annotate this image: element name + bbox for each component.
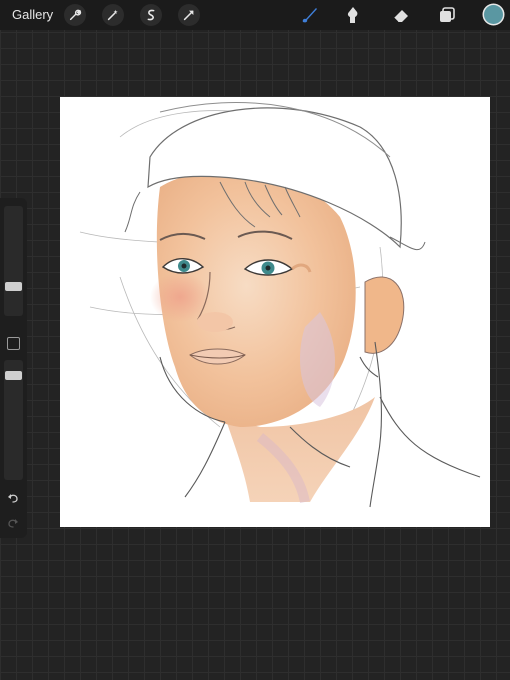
wrench-icon[interactable] [64,4,86,26]
top-toolbar: Gallery [0,0,510,30]
brush-size-slider[interactable] [4,206,23,316]
undo-icon[interactable] [5,491,21,505]
smudge-icon[interactable] [341,4,365,26]
modify-button[interactable] [7,337,20,350]
layers-icon[interactable] [435,4,459,26]
sketch-portrait-artwork [79,101,481,508]
color-picker-swatch[interactable] [484,5,503,24]
redo-icon[interactable] [5,516,21,530]
selection-icon[interactable] [140,4,162,26]
magic-wand-icon[interactable] [102,4,124,26]
brush-icon[interactable] [297,4,321,26]
eraser-icon[interactable] [389,4,413,26]
sidebar [0,198,27,538]
opacity-thumb[interactable] [5,371,22,380]
brush-size-thumb[interactable] [5,282,22,291]
opacity-slider[interactable] [4,360,23,480]
gallery-button[interactable]: Gallery [12,7,53,22]
drawing-canvas[interactable] [60,97,490,527]
transform-arrow-icon[interactable] [178,4,200,26]
